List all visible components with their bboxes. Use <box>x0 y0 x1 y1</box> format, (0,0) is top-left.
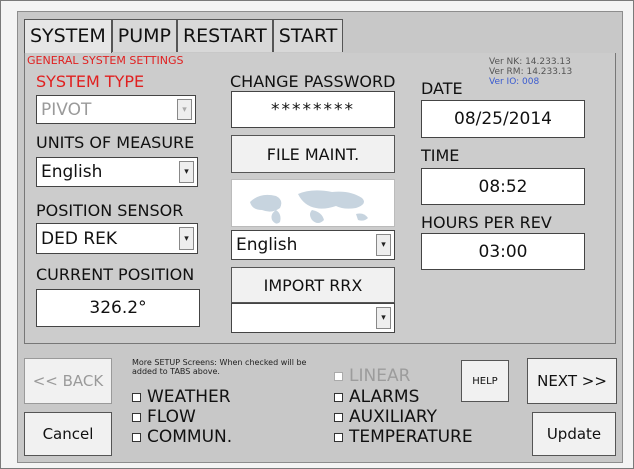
units-select[interactable]: English ▾ <box>36 157 198 187</box>
bottom-controls: << BACK Cancel More SETUP Screens: When … <box>18 352 622 462</box>
tab-start[interactable]: START <box>272 19 344 52</box>
auxiliary-checkbox[interactable]: AUXILIARY <box>334 407 437 427</box>
alarms-checkbox[interactable]: ALARMS <box>334 387 419 407</box>
import-file-select[interactable]: ▾ <box>231 303 395 333</box>
date-field[interactable]: 08/25/2014 <box>421 100 585 138</box>
alarms-label: ALARMS <box>349 387 420 407</box>
date-label: DATE <box>421 79 463 98</box>
weather-label: WEATHER <box>147 387 231 407</box>
temperature-checkbox[interactable]: TEMPERATURE <box>334 427 473 447</box>
checkbox-box <box>132 392 141 402</box>
checkbox-box <box>334 371 343 381</box>
update-button[interactable]: Update <box>532 412 616 456</box>
auxiliary-label: AUXILIARY <box>349 407 437 427</box>
linear-label: LINEAR <box>349 366 411 386</box>
import-rrx-button[interactable]: IMPORT RRX <box>231 267 395 303</box>
version-rm: Ver RM: 14.233.13 <box>489 67 573 77</box>
file-maint-button[interactable]: FILE MAINT. <box>231 135 395 173</box>
checkbox-box <box>334 392 343 402</box>
next-button[interactable]: NEXT >> <box>527 358 617 404</box>
tab-system[interactable]: SYSTEM <box>24 19 112 54</box>
hours-per-rev-label: HOURS PER REV <box>421 213 552 232</box>
time-label: TIME <box>421 146 460 165</box>
system-type-value: PIVOT <box>41 99 92 120</box>
language-value: English <box>236 235 298 255</box>
units-value: English <box>41 162 103 182</box>
checkbox-box <box>132 432 141 442</box>
chevron-down-icon: ▾ <box>179 227 194 250</box>
checkbox-box <box>334 432 343 442</box>
chevron-down-icon: ▾ <box>177 99 192 120</box>
current-position-label: CURRENT POSITION <box>36 265 195 284</box>
version-io: Ver IO: 008 <box>489 77 540 87</box>
checkbox-box <box>334 412 343 422</box>
position-sensor-label: POSITION SENSOR <box>36 201 184 220</box>
system-type-select[interactable]: PIVOT ▾ <box>36 95 196 124</box>
commun-checkbox[interactable]: COMMUN. <box>132 427 232 447</box>
temperature-label: TEMPERATURE <box>349 427 473 447</box>
system-type-label: SYSTEM TYPE <box>36 72 145 91</box>
window-frame: SYSTEM PUMP RESTART START GENERAL SYSTEM… <box>0 0 634 469</box>
linear-checkbox[interactable]: LINEAR <box>334 366 410 386</box>
time-field[interactable]: 08:52 <box>421 168 585 205</box>
tab-bar: SYSTEM PUMP RESTART START <box>24 19 344 54</box>
position-sensor-select[interactable]: DED REK ▾ <box>36 223 198 254</box>
commun-label: COMMUN. <box>147 427 233 447</box>
chevron-down-icon: ▾ <box>179 161 194 183</box>
current-position-field[interactable]: 326.2° <box>36 289 200 327</box>
chevron-down-icon: ▾ <box>376 234 391 256</box>
chevron-down-icon: ▾ <box>376 307 391 329</box>
settings-panel: GENERAL SYSTEM SETTINGS SYSTEM TYPE PIVO… <box>24 53 616 344</box>
tab-restart[interactable]: RESTART <box>176 19 273 52</box>
units-label: UNITS OF MEASURE <box>36 133 195 152</box>
checkbox-box <box>132 412 141 422</box>
setup-screen: SYSTEM PUMP RESTART START GENERAL SYSTEM… <box>17 11 623 463</box>
flow-label: FLOW <box>147 407 196 427</box>
setup-screens-note: More SETUP Screens: When checked will be… <box>132 358 307 376</box>
world-map-icon <box>231 179 395 227</box>
weather-checkbox[interactable]: WEATHER <box>132 387 231 407</box>
change-password-label: CHANGE PASSWORD <box>230 72 396 91</box>
section-title: GENERAL SYSTEM SETTINGS <box>27 54 184 67</box>
language-select[interactable]: English ▾ <box>231 230 395 260</box>
back-button[interactable]: << BACK <box>24 358 112 404</box>
version-nk: Ver NK: 14.233.13 <box>489 57 571 67</box>
help-button[interactable]: HELP <box>461 360 509 402</box>
password-field[interactable]: ******** <box>231 91 395 128</box>
tab-pump[interactable]: PUMP <box>111 19 177 52</box>
flow-checkbox[interactable]: FLOW <box>132 407 196 427</box>
cancel-button[interactable]: Cancel <box>24 412 112 456</box>
hours-per-rev-field[interactable]: 03:00 <box>421 233 585 270</box>
position-sensor-value: DED REK <box>41 228 118 249</box>
